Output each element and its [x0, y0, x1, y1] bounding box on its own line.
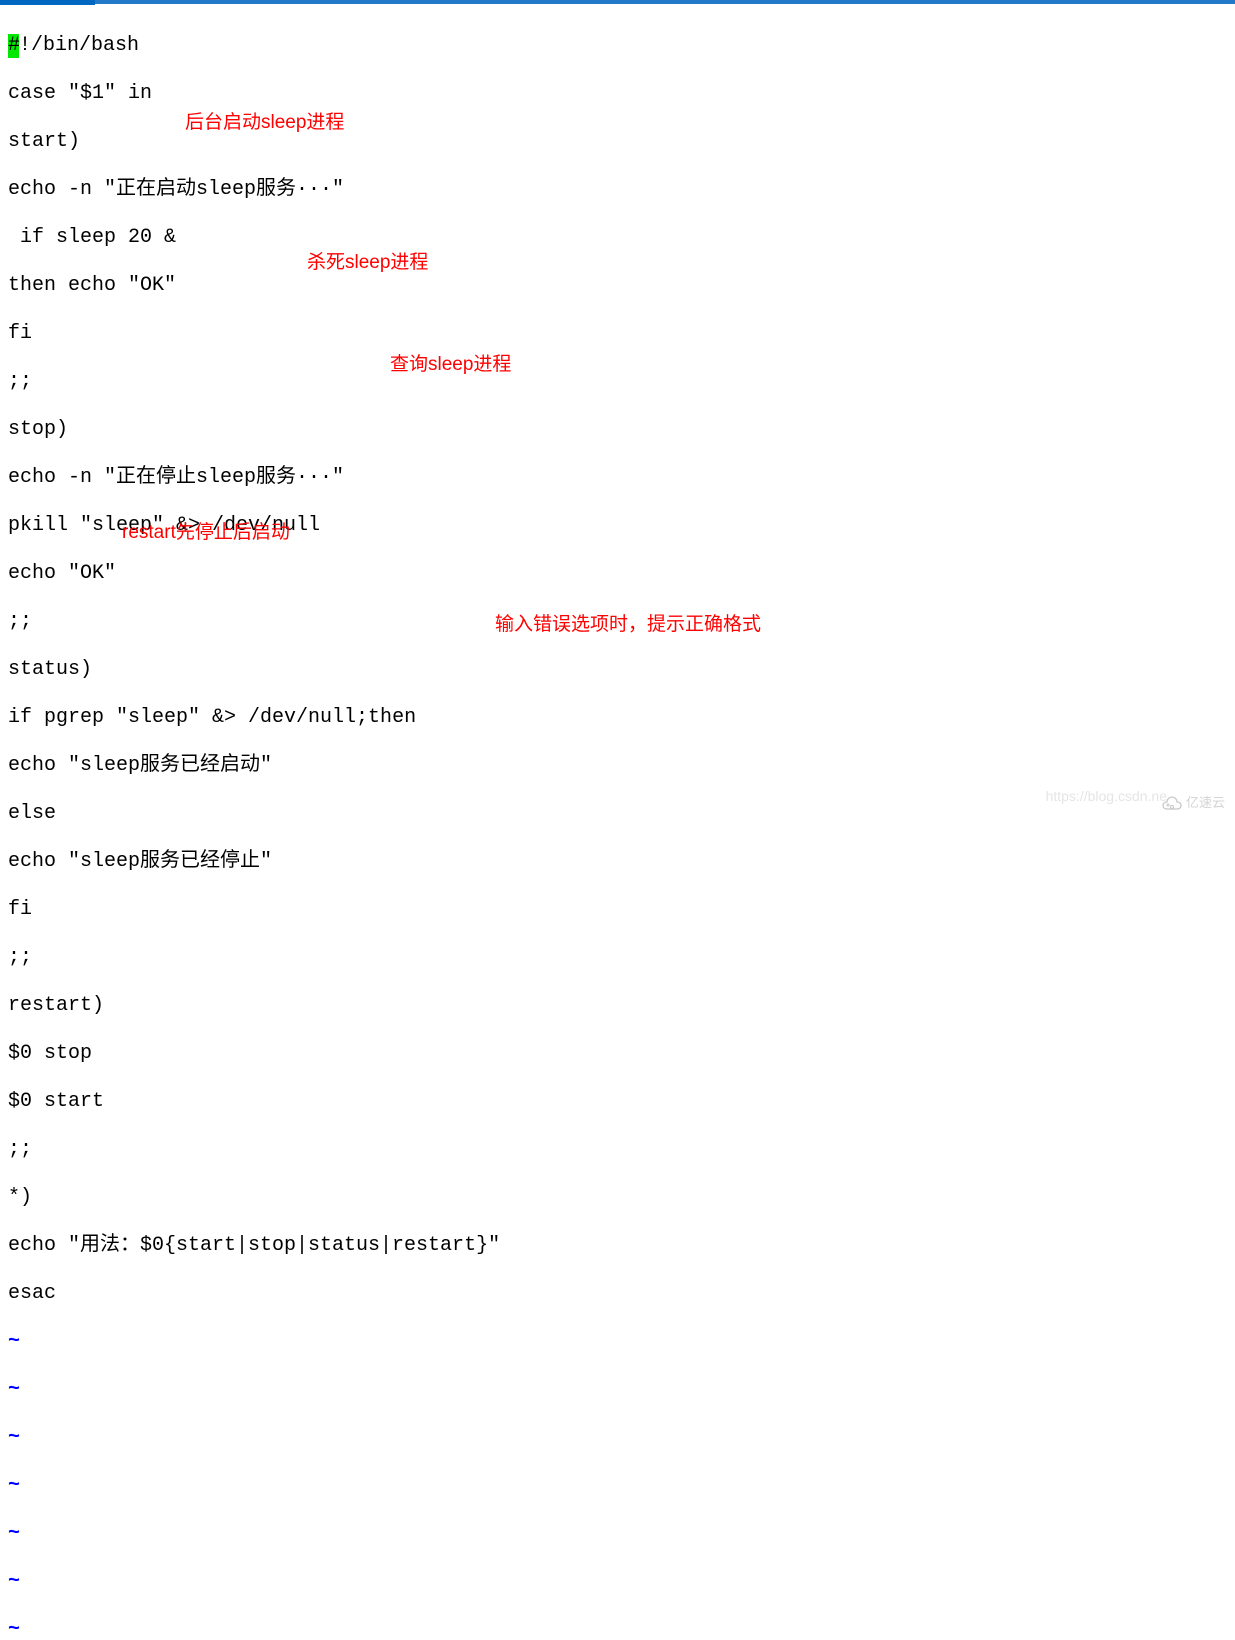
- code-line-5: if sleep 20 &: [8, 226, 500, 250]
- code-line-10: echo -n "正在停止sleep服务···": [8, 466, 500, 490]
- tilde-line: ~: [8, 1474, 500, 1498]
- annotation-usage-prompt: 输入错误选项时，提示正确格式: [495, 613, 761, 637]
- code-line-25: *): [8, 1186, 500, 1210]
- code-line-15: if pgrep "sleep" &> /dev/null;then: [8, 706, 500, 730]
- cursor-position: #: [8, 34, 19, 58]
- code-line-27: esac: [8, 1282, 500, 1306]
- annotation-kill-process: 杀死sleep进程: [307, 251, 428, 275]
- code-line-17: else: [8, 802, 500, 826]
- code-text: !/bin/bash: [19, 34, 139, 57]
- code-line-18: echo "sleep服务已经停止": [8, 850, 500, 874]
- code-line-2: case "$1" in: [8, 82, 500, 106]
- code-line-24: ;;: [8, 1138, 500, 1162]
- code-line-6: then echo "OK": [8, 274, 500, 298]
- code-line-7: fi: [8, 322, 500, 346]
- code-line-1: #!/bin/bash: [8, 34, 500, 58]
- code-line-16: echo "sleep服务已经启动": [8, 754, 500, 778]
- code-line-21: restart): [8, 994, 500, 1018]
- tilde-line: ~: [8, 1330, 500, 1354]
- tilde-line: ~: [8, 1378, 500, 1402]
- code-line-20: ;;: [8, 946, 500, 970]
- watermark-logo-text: 亿速云: [1186, 791, 1225, 815]
- code-line-12: echo "OK": [8, 562, 500, 586]
- tilde-line: ~: [8, 1522, 500, 1546]
- cloud-icon: [1159, 795, 1183, 811]
- code-line-23: $0 start: [8, 1090, 500, 1114]
- code-line-22: $0 stop: [8, 1042, 500, 1066]
- code-line-19: fi: [8, 898, 500, 922]
- tilde-line: ~: [8, 1570, 500, 1594]
- code-line-13: ;;: [8, 610, 500, 634]
- code-line-9: stop): [8, 418, 500, 442]
- code-line-4: echo -n "正在启动sleep服务···": [8, 178, 500, 202]
- watermark-logo: 亿速云: [1159, 791, 1225, 815]
- window-top-segment: [0, 0, 95, 5]
- code-line-14: status): [8, 658, 500, 682]
- window-top-border: [0, 0, 1235, 4]
- annotation-restart: restart先停止后启动: [122, 521, 290, 545]
- annotation-background-start: 后台启动sleep进程: [185, 111, 344, 135]
- code-line-26: echo "用法：$0{start|stop|status|restart}": [8, 1234, 500, 1258]
- watermark-url: https://blog.csdn.ne: [1046, 784, 1167, 808]
- tilde-line: ~: [8, 1426, 500, 1450]
- tilde-line: ~: [8, 1618, 500, 1640]
- annotation-query-process: 查询sleep进程: [390, 353, 511, 377]
